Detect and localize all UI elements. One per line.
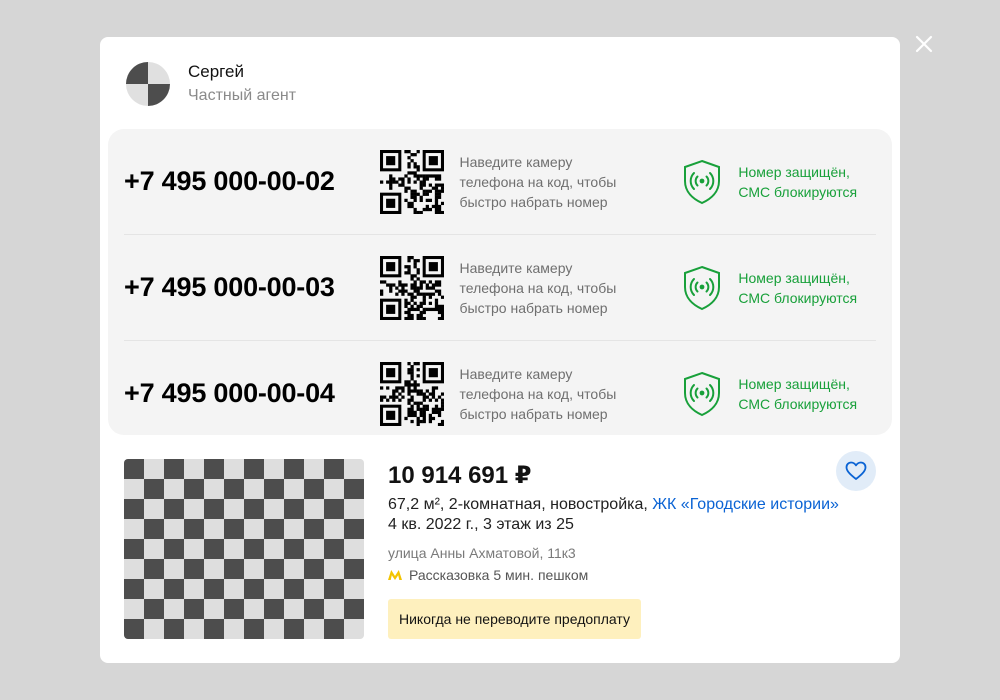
agent-role: Частный агент bbox=[188, 87, 297, 104]
phone-number[interactable]: +7 495 000-00-03 bbox=[124, 272, 380, 303]
metro-info: Рассказовка 5 мин. пешком bbox=[388, 567, 588, 583]
shield-icon bbox=[682, 371, 722, 417]
listing-price: 10 914 691 ₽ bbox=[388, 462, 532, 489]
shield-icon bbox=[682, 159, 722, 205]
listing-photo[interactable] bbox=[124, 459, 364, 639]
phone-number[interactable]: +7 495 000-00-04 bbox=[124, 378, 380, 409]
listing-completion: 4 кв. 2022 г., 3 этаж из 25 bbox=[388, 516, 574, 533]
qr-hint: Наведите камеру телефона на код, чтобы б… bbox=[459, 153, 617, 210]
contact-modal: Сергей Частный агент +7 495 000-00-02 На… bbox=[100, 37, 900, 663]
phone-row: +7 495 000-00-02 Наведите камеру телефон… bbox=[124, 129, 876, 235]
close-button[interactable] bbox=[912, 32, 936, 56]
phone-number[interactable]: +7 495 000-00-02 bbox=[124, 166, 380, 197]
phone-list: +7 495 000-00-02 Наведите камеру телефон… bbox=[108, 129, 892, 435]
avatar bbox=[126, 62, 170, 106]
listing-specs: 67,2 м², 2-комнатная, новостройка, bbox=[388, 496, 653, 513]
close-icon bbox=[915, 35, 933, 53]
qr-hint: Наведите камеру телефона на код, чтобы б… bbox=[459, 365, 617, 422]
protection-status: Номер защищён, СМС блокируются bbox=[738, 163, 858, 200]
qr-code-icon bbox=[379, 149, 444, 214]
protection-status: Номер защищён, СМС блокируются bbox=[738, 269, 858, 306]
agent-name: Сергей bbox=[188, 62, 244, 81]
warning-banner: Никогда не переводите предоплату bbox=[388, 599, 641, 639]
shield-icon bbox=[682, 265, 722, 311]
agent-info: Сергей Частный агент bbox=[126, 61, 296, 107]
complex-link[interactable]: ЖК «Городские истории» bbox=[652, 496, 839, 513]
phone-row: +7 495 000-00-04 Наведите камеру телефон… bbox=[124, 341, 876, 446]
listing-card[interactable]: 10 914 691 ₽ 67,2 м², 2-комнатная, новос… bbox=[124, 451, 876, 639]
listing-address: улица Анны Ахматовой, 11к3 bbox=[388, 545, 576, 561]
favorite-button[interactable] bbox=[836, 451, 876, 491]
qr-code-icon bbox=[379, 255, 444, 320]
heart-icon bbox=[845, 461, 867, 480]
metro-icon bbox=[388, 570, 402, 580]
metro-station: Рассказовка 5 мин. пешком bbox=[409, 567, 589, 583]
phone-row: +7 495 000-00-03 Наведите камеру телефон… bbox=[124, 235, 876, 341]
listing-description: 67,2 м², 2-комнатная, новостройка, ЖК «Г… bbox=[388, 495, 868, 535]
qr-hint: Наведите камеру телефона на код, чтобы б… bbox=[459, 259, 617, 316]
qr-code-icon bbox=[379, 361, 444, 426]
protection-status: Номер защищён, СМС блокируются bbox=[738, 375, 858, 412]
